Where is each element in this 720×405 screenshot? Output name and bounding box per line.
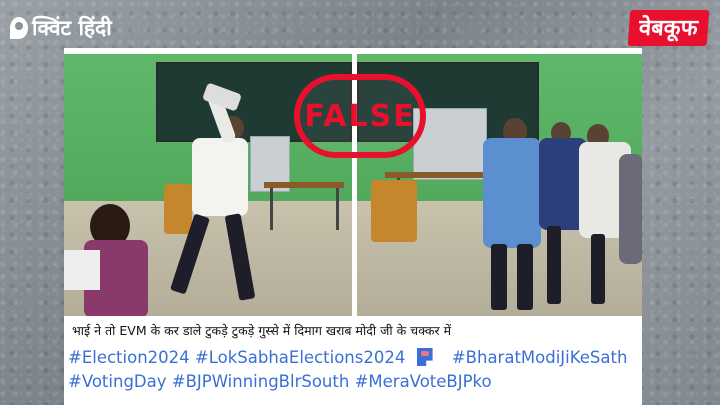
social-post-card: FALSE भाई ने तो EVM के कर डाले टुकड़े टु… (64, 48, 642, 405)
quint-hindi-logo: क्विंट हिंदी (10, 14, 112, 42)
hashtag[interactable]: #BharatModiJiKeSath (452, 348, 628, 367)
hashtag[interactable]: #BJPWinningBlrSouth (172, 372, 350, 391)
hashtag[interactable]: #MeraVoteBJPko (355, 372, 492, 391)
hashtag[interactable]: #Election2024 (68, 348, 190, 367)
quint-hindi-brand-name: क्विंट हिंदी (32, 16, 112, 40)
desk (264, 182, 344, 188)
hashtag[interactable]: #LokSabhaElections2024 (195, 348, 405, 367)
hashtag[interactable]: #VotingDay (68, 372, 167, 391)
hashtag-line-2: #VotingDay #BJPWinningBlrSouth #MeraVote… (68, 370, 642, 394)
papers (64, 250, 100, 290)
webqoof-brand-name: वेबकूफ (638, 16, 699, 41)
man-blue-shirt (483, 138, 541, 248)
man-white-shirt (192, 138, 248, 216)
hashtag-line-1: #Election2024 #LokSabhaElections2024 #Bh… (68, 346, 642, 370)
false-stamp: FALSE (294, 74, 426, 158)
post-caption: भाई ने तो EVM के कर डाले टुकड़े टुकड़े ग… (72, 323, 452, 338)
chair (164, 184, 192, 234)
post-images: FALSE (64, 54, 642, 316)
flag-icon (416, 348, 433, 366)
chair (371, 180, 417, 242)
quint-logo-icon (10, 17, 28, 39)
hashtag-block: #Election2024 #LokSabhaElections2024 #Bh… (68, 346, 642, 394)
webqoof-logo: वेबकूफ (628, 10, 710, 46)
